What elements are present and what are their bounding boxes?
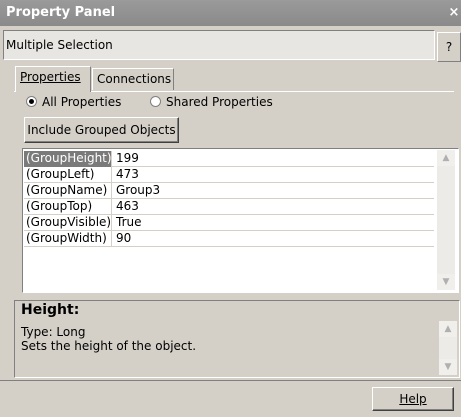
property-value[interactable]: 473 [116,167,139,183]
property-value[interactable]: True [116,215,142,231]
property-description-panel: Height: Type: Long Sets the height of th… [14,300,460,378]
title-bar[interactable]: Property Panel × [0,0,461,26]
include-grouped-objects-button[interactable]: Include Grouped Objects [24,117,179,143]
close-icon[interactable]: × [447,4,461,21]
table-row[interactable]: (GroupTop) 463 [24,199,434,215]
table-row[interactable]: (GroupLeft) 473 [24,167,434,183]
property-value[interactable]: Group3 [116,183,160,199]
property-value[interactable]: 463 [116,199,139,215]
property-name[interactable]: (GroupWidth) [24,231,112,247]
property-name[interactable]: (GroupHeight) [24,151,112,167]
description-title: Height: [21,302,80,318]
table-row[interactable]: (GroupWidth) 90 [24,231,434,247]
table-row[interactable]: (GroupVisible) True [24,215,434,231]
property-grid-rows: (GroupHeight) 199 (GroupLeft) 473 (Group… [24,151,434,247]
property-value[interactable]: 90 [116,231,131,247]
tab-properties[interactable]: Properties [15,66,91,92]
selection-text: Multiple Selection [6,38,113,52]
include-grouped-objects-label: Include Grouped Objects [27,123,176,137]
radio-selected-icon [26,96,37,107]
property-panel-window: Property Panel × Multiple Selection ? Pr… [0,0,461,417]
grid-scrollbar[interactable]: ▲ ▼ [437,150,455,290]
radio-shared-properties[interactable]: Shared Properties [150,95,273,111]
table-row[interactable]: (GroupHeight) 199 [24,151,434,167]
help-button-label: Help [399,392,427,406]
tab-connections[interactable]: Connections [92,68,174,90]
chevron-up-icon[interactable]: ▲ [439,321,457,337]
property-name[interactable]: (GroupName) [24,183,112,199]
description-type: Type: Long [21,325,86,339]
radio-all-label: All Properties [42,95,122,109]
help-button[interactable]: Help [372,387,454,411]
property-grid: (GroupHeight) 199 (GroupLeft) 473 (Group… [22,148,459,293]
radio-all-properties[interactable]: All Properties [26,95,121,111]
description-text: Sets the height of the object. [21,339,197,353]
radio-unselected-icon [150,96,161,107]
table-row[interactable]: (GroupName) Group3 [24,183,434,199]
description-scrollbar[interactable]: ▲ ▼ [439,321,457,375]
tab-connections-label: Connections [97,72,172,86]
property-value[interactable]: 199 [116,151,139,167]
radio-shared-label: Shared Properties [166,95,273,109]
tab-properties-label: Properties [20,70,81,84]
selection-field: Multiple Selection [3,30,435,60]
chevron-up-icon[interactable]: ▲ [437,150,455,166]
property-name[interactable]: (GroupVisible) [24,215,112,231]
footer-divider [0,380,461,381]
chevron-down-icon[interactable]: ▼ [437,274,455,290]
chevron-down-icon[interactable]: ▼ [439,359,457,375]
property-name[interactable]: (GroupLeft) [24,167,112,183]
help-question-button[interactable]: ? [437,32,461,62]
window-title: Property Panel [6,5,116,20]
property-name[interactable]: (GroupTop) [24,199,112,215]
